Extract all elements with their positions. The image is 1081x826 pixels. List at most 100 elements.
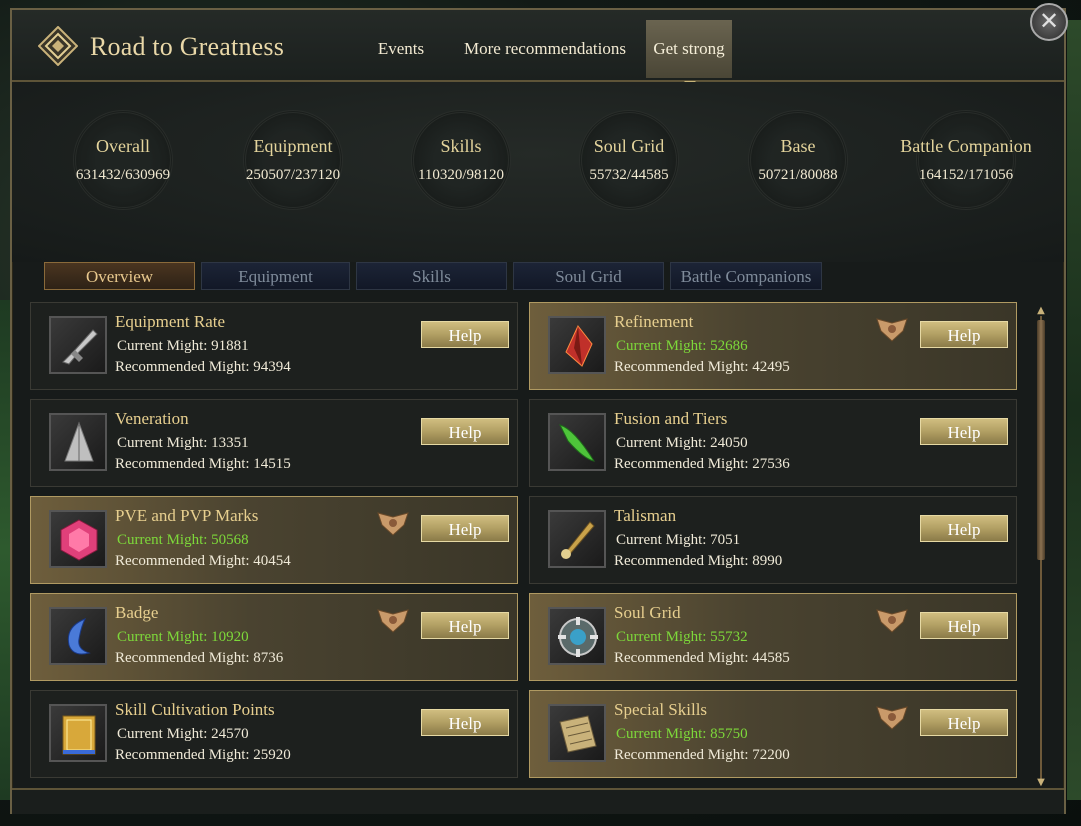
card-title: Fusion and Tiers: [614, 409, 728, 428]
current-might: Current Might: 13351: [117, 435, 249, 451]
scroll-icon: [548, 704, 606, 762]
stat-label: Skills: [440, 136, 482, 156]
help-button[interactable]: Help: [920, 612, 1008, 639]
talisman-icon: [548, 510, 606, 568]
recommended-might: Recommended Might: 72200: [614, 747, 790, 763]
battle-companion-emblem-icon: [916, 110, 1016, 210]
card-badge: Badge Current Might: 10920 Recommended M…: [30, 593, 518, 681]
card-title: Veneration: [115, 409, 189, 428]
stat-equipment: Equipment 250507/237120: [208, 110, 378, 230]
recommended-might: Recommended Might: 27536: [614, 456, 790, 472]
window-footer: [12, 788, 1064, 814]
recommended-might: Recommended Might: 42495: [614, 359, 790, 375]
current-might: Current Might: 55732: [616, 629, 748, 645]
recommended-might: Recommended Might: 25920: [115, 747, 291, 763]
tab-more-recommendations[interactable]: More recommendations: [450, 20, 640, 78]
silver-crest-icon: [49, 413, 107, 471]
skills-emblem-icon: [411, 110, 511, 210]
current-might: Current Might: 91881: [117, 338, 249, 354]
stat-battle-companion: Battle Companion 164152/171056: [881, 110, 1051, 230]
stat-label: Base: [780, 136, 816, 156]
help-button[interactable]: Help: [421, 709, 509, 736]
card-title: Soul Grid: [614, 603, 681, 622]
base-emblem-icon: [748, 110, 848, 210]
help-button[interactable]: Help: [421, 321, 509, 348]
card-title: Refinement: [614, 312, 694, 331]
overall-emblem-icon: [73, 110, 173, 210]
help-button[interactable]: Help: [421, 515, 509, 542]
stat-base: Base 50721/80088: [713, 110, 883, 230]
card-fusion-and-tiers: Fusion and Tiers Current Might: 24050 Re…: [529, 399, 1017, 487]
current-might: Current Might: 52686: [616, 338, 748, 354]
card-title: Badge: [115, 603, 159, 622]
stat-overall: Overall 631432/630969: [38, 110, 208, 230]
subtab-equipment[interactable]: Equipment: [201, 262, 350, 290]
card-special-skills: Special Skills Current Might: 85750 Reco…: [529, 690, 1017, 778]
subtab-soul-grid[interactable]: Soul Grid: [513, 262, 664, 290]
help-button[interactable]: Help: [920, 321, 1008, 348]
current-might: Current Might: 10920: [117, 629, 249, 645]
stat-value: 50721/80088: [758, 167, 838, 183]
card-title: Talisman: [614, 506, 677, 525]
scroll-down-arrow-icon[interactable]: ▼: [1035, 778, 1047, 788]
help-button[interactable]: Help: [920, 709, 1008, 736]
scroll-thumb[interactable]: [1037, 320, 1045, 560]
winged-badge-icon: [876, 706, 908, 730]
stat-label: Equipment: [253, 136, 333, 156]
road-to-greatness-window: Road to Greatness Events More recommenda…: [10, 8, 1066, 814]
stat-label: Battle Companion: [900, 136, 1032, 156]
stat-skills: Skills 110320/98120: [376, 110, 546, 230]
current-might: Current Might: 7051: [616, 532, 741, 548]
recommended-might: Recommended Might: 94394: [115, 359, 291, 375]
card-title: Skill Cultivation Points: [115, 700, 275, 719]
blade-icon: [49, 316, 107, 374]
stat-value: 110320/98120: [417, 167, 505, 183]
tab-get-strong[interactable]: Get strong: [646, 20, 732, 78]
current-might: Current Might: 24050: [616, 435, 748, 451]
scroll-up-arrow-icon[interactable]: ▲: [1035, 306, 1047, 316]
card-refinement: Refinement Current Might: 52686 Recommen…: [529, 302, 1017, 390]
might-summary: Overall 631432/630969 Equipment 250507/2…: [12, 82, 1064, 262]
current-might: Current Might: 85750: [616, 726, 748, 742]
stat-label: Soul Grid: [593, 136, 665, 156]
winged-badge-icon: [876, 318, 908, 342]
soul-disc-icon: [548, 607, 606, 665]
help-button[interactable]: Help: [920, 515, 1008, 542]
recommendation-list: Equipment Rate Current Might: 91881 Reco…: [28, 300, 1033, 782]
golden-book-icon: [49, 704, 107, 762]
recommended-might: Recommended Might: 8736: [115, 650, 284, 666]
help-button[interactable]: Help: [920, 418, 1008, 445]
subtab-skills[interactable]: Skills: [356, 262, 507, 290]
recommended-might: Recommended Might: 14515: [115, 456, 291, 472]
subtab-battle-companions[interactable]: Battle Companions: [670, 262, 822, 290]
card-veneration: Veneration Current Might: 13351 Recommen…: [30, 399, 518, 487]
diamond-emblem-icon: [38, 26, 78, 66]
current-might: Current Might: 50568: [117, 532, 249, 548]
subtab-overview[interactable]: Overview: [44, 262, 195, 290]
card-skill-cultivation-points: Skill Cultivation Points Current Might: …: [30, 690, 518, 778]
card-pve-pvp-marks: PVE and PVP Marks Current Might: 50568 R…: [30, 496, 518, 584]
card-title: Equipment Rate: [115, 312, 226, 331]
stat-soul-grid: Soul Grid 55732/44585: [544, 110, 714, 230]
card-title: PVE and PVP Marks: [115, 506, 259, 525]
stat-value: 55732/44585: [589, 167, 669, 183]
green-horn-icon: [548, 413, 606, 471]
card-title: Special Skills: [614, 700, 708, 719]
list-scrollbar[interactable]: ▲ ▼: [1034, 306, 1048, 790]
help-button[interactable]: Help: [421, 418, 509, 445]
card-equipment-rate: Equipment Rate Current Might: 91881 Reco…: [30, 302, 518, 390]
soul-grid-emblem-icon: [579, 110, 679, 210]
stat-label: Overall: [96, 136, 150, 156]
window-header: Road to Greatness Events More recommenda…: [12, 10, 1064, 82]
close-button[interactable]: ✕: [1030, 3, 1068, 41]
recommended-might: Recommended Might: 44585: [614, 650, 790, 666]
crystal-icon: [548, 316, 606, 374]
recommended-might: Recommended Might: 8990: [614, 553, 783, 569]
tab-events[interactable]: Events: [367, 20, 435, 78]
recommended-might: Recommended Might: 40454: [115, 553, 291, 569]
stat-value: 164152/171056: [918, 167, 1014, 183]
winged-badge-icon: [876, 609, 908, 633]
current-might: Current Might: 24570: [117, 726, 249, 742]
help-button[interactable]: Help: [421, 612, 509, 639]
blue-swirl-icon: [49, 607, 107, 665]
